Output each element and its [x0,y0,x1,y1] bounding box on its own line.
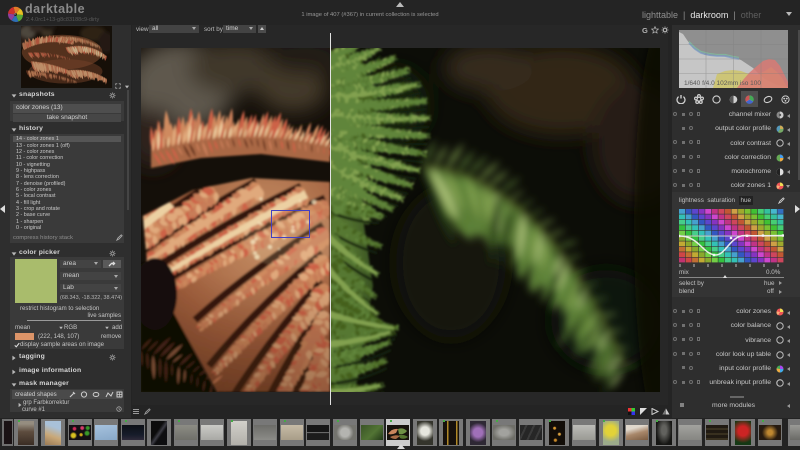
svg-text:1/640 f/4.0 102mm iso 100: 1/640 f/4.0 102mm iso 100 [684,80,761,87]
